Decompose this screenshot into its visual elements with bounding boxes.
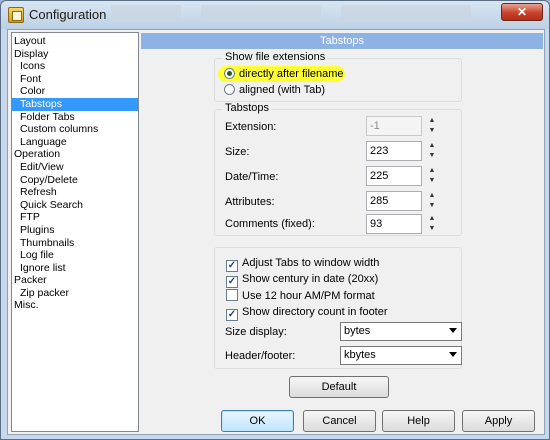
spin-down-icon[interactable]: ▼: [427, 151, 437, 161]
apply-button[interactable]: Apply: [462, 410, 535, 432]
extension-label: Extension:: [225, 121, 277, 133]
tree-item-ignore-list[interactable]: Ignore list: [12, 262, 138, 275]
tree-item-operation[interactable]: Operation: [12, 148, 138, 161]
spin-down-icon[interactable]: ▼: [427, 224, 437, 234]
tree-item-edit-view[interactable]: Edit/View: [12, 161, 138, 174]
comments-input[interactable]: 93: [366, 214, 422, 234]
dircount-checkbox[interactable]: ✓ Show directory count in footer: [226, 305, 388, 321]
datetime-input[interactable]: 225: [366, 166, 422, 186]
tree-item-icons[interactable]: Icons: [12, 60, 138, 73]
radio-aligned[interactable]: aligned (with Tab): [224, 83, 325, 97]
spin-up-icon[interactable]: ▲: [427, 116, 437, 126]
attributes-input[interactable]: 285: [366, 191, 422, 211]
cancel-button[interactable]: Cancel: [303, 410, 376, 432]
radio-directly-after-label: directly after filename: [239, 68, 344, 80]
size-display-select[interactable]: bytes: [340, 322, 462, 341]
checkmark-icon: ✓: [226, 276, 238, 288]
tree-item-quick-search[interactable]: Quick Search: [12, 199, 138, 212]
tree-item-font[interactable]: Font: [12, 73, 138, 86]
dialog-client: Layout Display Icons Font Color Tabstops Folde…: [7, 29, 545, 435]
radio-selected-icon: [224, 68, 235, 79]
comments-spinner[interactable]: ▲ ▼: [427, 214, 437, 234]
background-blur: [201, 5, 321, 19]
adjust-tabs-label: Adjust Tabs to window width: [242, 257, 380, 269]
tree-item-plugins[interactable]: Plugins: [12, 224, 138, 237]
background-blur: [111, 5, 181, 19]
default-button[interactable]: Default: [289, 376, 389, 398]
spin-up-icon[interactable]: ▲: [427, 166, 437, 176]
panel-header: Tabstops: [141, 33, 543, 49]
app-icon: [8, 7, 24, 23]
window-title: Configuration: [29, 7, 107, 22]
radio-aligned-label: aligned (with Tab): [239, 84, 326, 96]
size-label: Size:: [225, 146, 250, 158]
empty-checkbox-icon: [226, 289, 238, 301]
radio-unselected-icon: [224, 84, 235, 95]
tree-item-copy-delete[interactable]: Copy/Delete: [12, 174, 138, 187]
checkmark-icon: ✓: [226, 260, 238, 272]
size-display-label: Size display:: [225, 326, 287, 338]
century-label: Show century in date (20xx): [242, 273, 379, 285]
background-blur: [341, 5, 471, 19]
size-input[interactable]: 223: [366, 141, 422, 161]
spin-up-icon[interactable]: ▲: [427, 141, 437, 151]
attributes-label: Attributes:: [225, 196, 275, 208]
header-footer-select[interactable]: kbytes: [340, 346, 462, 365]
tree-item-refresh[interactable]: Refresh: [12, 186, 138, 199]
attributes-spinner[interactable]: ▲ ▼: [427, 191, 437, 211]
extension-input: -1: [366, 116, 422, 136]
tree-item-log-file[interactable]: Log file: [12, 249, 138, 262]
radio-directly-after[interactable]: directly after filename: [224, 67, 344, 81]
tabstops-group-label: Tabstops: [223, 102, 272, 114]
settings-tree[interactable]: Layout Display Icons Font Color Tabstops Folde…: [11, 32, 139, 432]
checkmark-icon: ✓: [226, 309, 238, 321]
tree-item-color[interactable]: Color: [12, 85, 138, 98]
tree-item-thumbnails[interactable]: Thumbnails: [12, 237, 138, 250]
tree-item-zip-packer[interactable]: Zip packer: [12, 287, 138, 300]
tree-item-ftp[interactable]: FTP: [12, 211, 138, 224]
tree-item-tabstops[interactable]: Tabstops: [12, 97, 138, 111]
spin-up-icon[interactable]: ▲: [427, 214, 437, 224]
ampm-checkbox[interactable]: Use 12 hour AM/PM format: [226, 289, 375, 303]
ok-button[interactable]: OK: [221, 410, 294, 432]
tree-item-packer[interactable]: Packer: [12, 274, 138, 287]
adjust-tabs-checkbox[interactable]: ✓ Adjust Tabs to window width: [226, 256, 380, 272]
spin-down-icon[interactable]: ▼: [427, 176, 437, 186]
tree-item-language[interactable]: Language: [12, 136, 138, 149]
tree-item-misc[interactable]: Misc.: [12, 299, 138, 312]
spin-down-icon[interactable]: ▼: [427, 201, 437, 211]
tree-item-layout[interactable]: Layout: [12, 35, 138, 48]
comments-label: Comments (fixed):: [225, 218, 315, 230]
spin-up-icon[interactable]: ▲: [427, 191, 437, 201]
datetime-label: Date/Time:: [225, 171, 279, 183]
datetime-spinner[interactable]: ▲ ▼: [427, 166, 437, 186]
title-bar[interactable]: Configuration ✕: [1, 1, 549, 29]
close-button[interactable]: ✕: [501, 3, 543, 21]
size-spinner[interactable]: ▲ ▼: [427, 141, 437, 161]
extension-spinner[interactable]: ▲ ▼: [427, 116, 437, 136]
header-footer-label: Header/footer:: [225, 350, 296, 362]
spin-down-icon[interactable]: ▼: [427, 126, 437, 136]
ampm-label: Use 12 hour AM/PM format: [242, 290, 375, 302]
chevron-down-icon: [449, 328, 457, 333]
tree-item-folder-tabs[interactable]: Folder Tabs: [12, 111, 138, 124]
tree-item-custom-columns[interactable]: Custom columns: [12, 123, 138, 136]
chevron-down-icon: [449, 352, 457, 357]
configuration-window: Configuration ✕ Layout Display Icons Font Co…: [0, 0, 550, 440]
help-button[interactable]: Help: [382, 410, 455, 432]
dircount-label: Show directory count in footer: [242, 306, 388, 318]
century-checkbox[interactable]: ✓ Show century in date (20xx): [226, 272, 379, 288]
show-extensions-label: Show file extensions: [223, 51, 328, 63]
tree-item-display[interactable]: Display: [12, 48, 138, 61]
size-display-value: bytes: [344, 325, 371, 337]
header-footer-value: kbytes: [344, 349, 376, 361]
